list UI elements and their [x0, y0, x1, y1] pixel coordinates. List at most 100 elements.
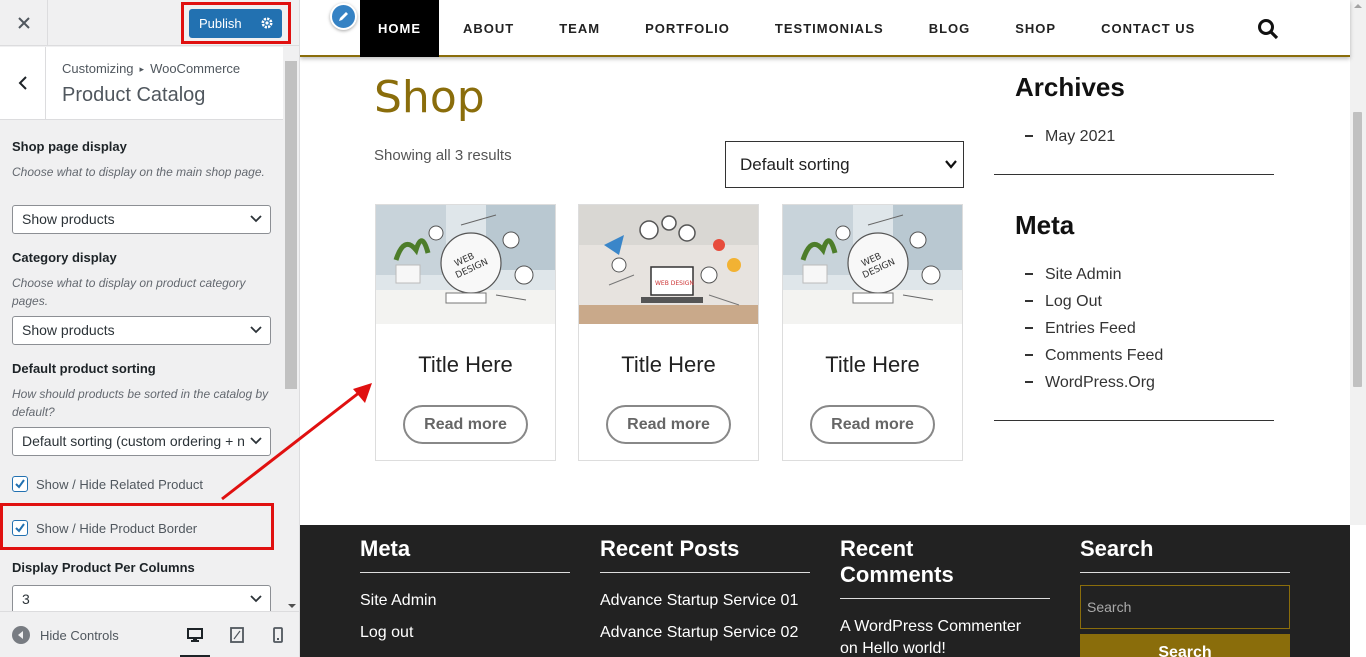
product-sort-select[interactable]: Default sorting	[725, 141, 964, 188]
dash-icon	[1025, 134, 1033, 137]
meta-link[interactable]: Comments Feed	[1025, 347, 1163, 374]
preview-scrollbar[interactable]	[1350, 0, 1366, 525]
sort-value: Default sorting	[740, 155, 850, 174]
section-title: Product Catalog	[62, 84, 206, 106]
desktop-icon	[187, 628, 203, 642]
close-icon	[17, 16, 30, 29]
footer-meta-title: Meta	[360, 536, 411, 561]
result-count: Showing all 3 results	[374, 147, 512, 164]
footer-search-input[interactable]: Search	[1080, 585, 1290, 629]
product-image[interactable]: WEB DESIGN	[376, 205, 555, 324]
meta-list: Site Admin Log Out Entries Feed Comments…	[1025, 266, 1163, 401]
site-footer: Meta Site Admin Log out Recent Posts Adv…	[300, 525, 1350, 657]
footer-divider	[360, 572, 570, 573]
mobile-preview-button[interactable]	[267, 624, 289, 646]
tablet-preview-button[interactable]	[226, 624, 248, 646]
mobile-icon	[273, 627, 283, 643]
product-border-label: Show / Hide Product Border	[36, 520, 198, 536]
read-more-button[interactable]: Read more	[810, 405, 935, 444]
hide-controls-button[interactable]: Hide Controls	[12, 626, 119, 644]
dash-icon	[1025, 299, 1033, 302]
footer-recent-comments-title: Recent	[840, 536, 914, 561]
footer-divider	[1080, 572, 1290, 573]
sidebar-scrollbar-thumb[interactable]	[285, 61, 297, 389]
pencil-icon	[339, 12, 348, 21]
footer-post-link[interactable]: Advance Startup Service 01	[600, 592, 798, 610]
nav-team[interactable]: TEAM	[559, 0, 600, 57]
footer-search-button[interactable]: Search	[1080, 634, 1290, 657]
meta-link[interactable]: WordPress.Org	[1025, 374, 1163, 401]
chevron-down-icon	[250, 215, 262, 223]
footer-post-link[interactable]: Advance Startup Service 02	[600, 624, 798, 642]
product-title[interactable]: Title Here	[579, 352, 758, 378]
footer-divider	[600, 572, 810, 573]
read-more-button[interactable]: Read more	[403, 405, 528, 444]
related-product-toggle[interactable]: Show / Hide Related Product	[12, 476, 203, 492]
footer-divider	[840, 598, 1050, 599]
default-sorting-description: How should products be sorted in the cat…	[12, 387, 269, 419]
breadcrumb-separator: ▸	[139, 64, 145, 74]
footer-search-title: Search	[1080, 536, 1154, 561]
category-display-select[interactable]: Show products	[12, 316, 271, 345]
gear-icon[interactable]	[260, 16, 274, 30]
section-header: Customizing ▸ WooCommerce Product Catalog	[0, 47, 283, 120]
nav-contact-us[interactable]: CONTACT US	[1101, 0, 1195, 57]
nav-portfolio[interactable]: PORTFOLIO	[645, 0, 730, 57]
meta-link-label: Log Out	[1045, 293, 1102, 310]
per-columns-select[interactable]: 3	[12, 585, 271, 611]
default-sorting-title: Default product sorting	[12, 361, 156, 376]
product-image[interactable]: WEB DESIGN	[579, 205, 758, 324]
meta-link-label: Site Admin	[1045, 266, 1122, 283]
product-title[interactable]: Title Here	[376, 352, 555, 378]
nav-home[interactable]: HOME	[360, 0, 439, 57]
nav-about[interactable]: ABOUT	[463, 0, 514, 57]
footer-meta-link[interactable]: Site Admin	[360, 592, 436, 610]
back-button[interactable]	[0, 47, 46, 119]
footer-comment-post-link[interactable]: on Hello world!	[840, 640, 946, 657]
product-card: WEB DESIGN Title Here Read more	[578, 204, 759, 461]
publish-highlight-box: Publish	[181, 2, 291, 44]
archive-link-label: May 2021	[1045, 128, 1116, 145]
preview-scrollbar-thumb[interactable]	[1353, 112, 1362, 387]
read-more-button[interactable]: Read more	[606, 405, 731, 444]
product-title[interactable]: Title Here	[783, 352, 962, 378]
meta-link[interactable]: Site Admin	[1025, 266, 1163, 293]
scroll-up-arrow-icon[interactable]	[1354, 4, 1362, 8]
footer-comment-author-link[interactable]: A WordPress Commenter	[840, 618, 1021, 636]
footer-meta-link[interactable]: Log out	[360, 624, 413, 642]
desktop-preview-button[interactable]	[180, 624, 210, 657]
nav-shop[interactable]: SHOP	[1015, 0, 1056, 57]
chevron-left-icon	[18, 76, 27, 90]
category-display-description: Choose what to display on product catego…	[12, 276, 246, 308]
product-image[interactable]: WEB DESIGN	[783, 205, 962, 324]
breadcrumb-parent: WooCommerce	[150, 61, 241, 76]
edit-shortcut-button[interactable]	[330, 3, 357, 30]
category-display-title: Category display	[12, 250, 117, 265]
search-icon[interactable]	[1257, 18, 1279, 40]
related-product-label: Show / Hide Related Product	[36, 476, 203, 492]
close-customizer-button[interactable]	[0, 0, 48, 45]
dash-icon	[1025, 272, 1033, 275]
chevron-down-icon	[250, 437, 262, 445]
scroll-down-arrow-icon[interactable]	[288, 604, 296, 608]
product-card: WEB DESIGN Title Here Read more	[375, 204, 556, 461]
breadcrumb-root: Customizing	[62, 61, 134, 76]
product-border-toggle[interactable]: Show / Hide Product Border	[12, 520, 197, 536]
hide-controls-label: Hide Controls	[40, 627, 119, 643]
default-sorting-select[interactable]: Default sorting (custom ordering + n	[12, 427, 271, 456]
publish-button[interactable]: Publish	[189, 9, 282, 38]
meta-link[interactable]: Entries Feed	[1025, 320, 1163, 347]
nav-blog[interactable]: BLOG	[929, 0, 971, 57]
shop-display-value: Show products	[22, 211, 115, 227]
dash-icon	[1025, 353, 1033, 356]
main-menu: HOME ABOUT TEAM PORTFOLIO TESTIMONIALS B…	[360, 0, 1195, 57]
meta-link[interactable]: Log Out	[1025, 293, 1163, 320]
product-border-checkbox[interactable]	[12, 520, 28, 536]
tablet-icon	[230, 627, 244, 643]
shop-display-select[interactable]: Show products	[12, 205, 271, 234]
sidebar-header: Publish	[0, 0, 299, 46]
archive-link[interactable]: May 2021	[1025, 128, 1115, 155]
nav-testimonials[interactable]: TESTIMONIALS	[775, 0, 884, 57]
sidebar-scrollbar[interactable]	[284, 47, 299, 611]
related-product-checkbox[interactable]	[12, 476, 28, 492]
